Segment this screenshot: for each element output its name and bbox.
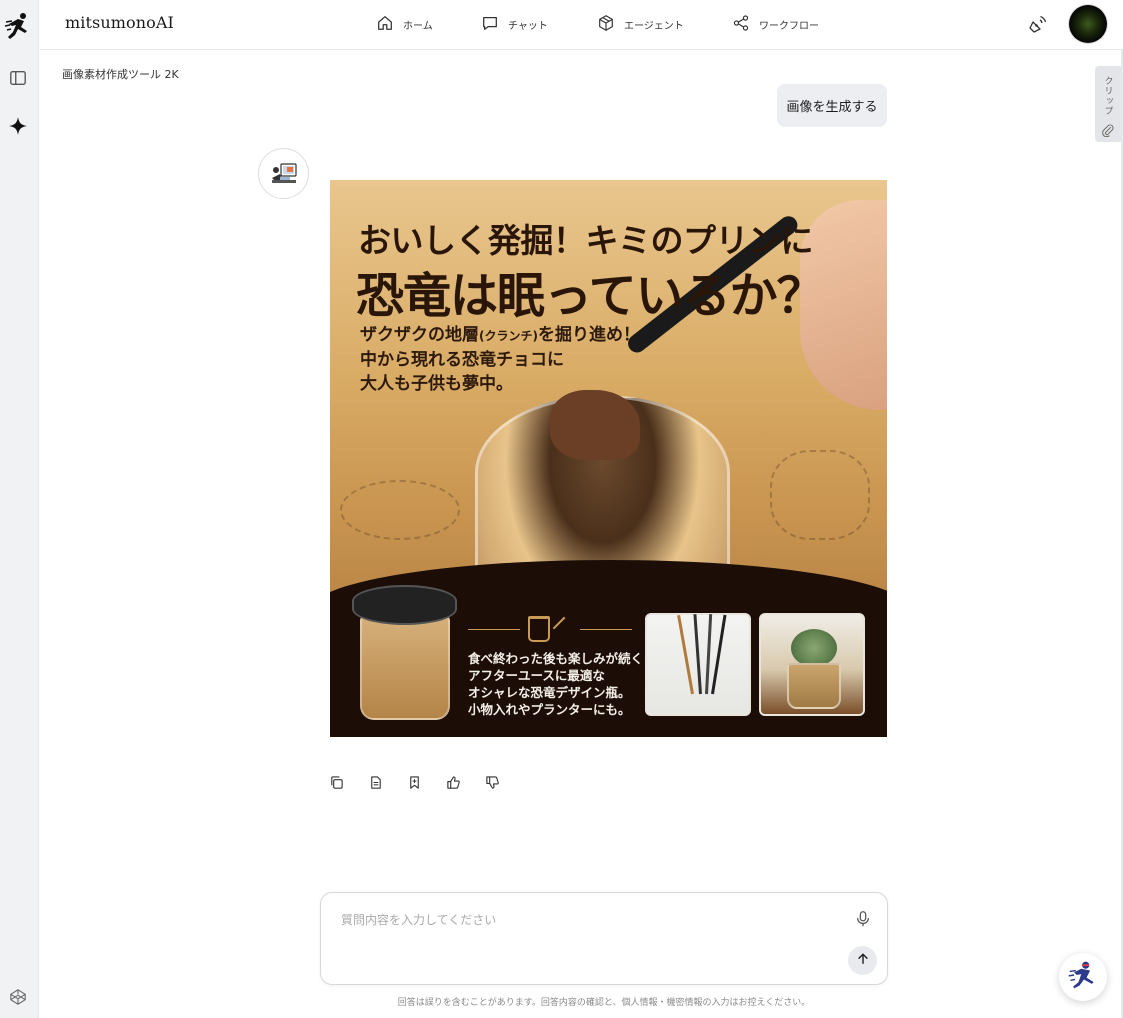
image-sub-line2: 中から現れる恐竜チョコに xyxy=(360,350,564,370)
brand-name[interactable]: mitsumonoAI xyxy=(65,13,174,32)
image-sub-line1-small: (クランチ) xyxy=(479,329,538,343)
assistant-avatar xyxy=(258,148,309,199)
thumbs-down-icon[interactable] xyxy=(484,774,500,790)
nav-workflow[interactable]: ワークフロー xyxy=(732,14,819,34)
thumbs-up-icon[interactable] xyxy=(445,774,461,790)
ninja-mascot-icon xyxy=(1067,959,1099,995)
document-icon[interactable] xyxy=(367,774,383,790)
trex-fossil-decoration xyxy=(770,450,870,540)
message-composer xyxy=(320,892,888,985)
send-button[interactable] xyxy=(848,946,877,975)
helper-assistant-button[interactable] xyxy=(1059,953,1107,1001)
image-info-line4: 小物入れやプランターにも。 xyxy=(468,702,631,717)
disclaimer-text: 回答は誤りを含むことがあります。回答内容の確認と、個人情報・機密情報の入力はお控… xyxy=(397,998,811,1008)
image-info-line2: アフターユースに最適な xyxy=(468,668,605,683)
message-actions xyxy=(328,774,500,794)
image-info-text: 食べ終わった後も楽しみが続く： アフターユースに最適な オシャレな恐竜デザイン瓶… xyxy=(468,650,656,718)
app-logo-runner-icon[interactable] xyxy=(4,12,32,42)
stegosaurus-fossil-decoration xyxy=(340,480,460,540)
nav-chat[interactable]: チャット xyxy=(481,14,548,34)
image-info-line1: 食べ終わった後も楽しみが続く： xyxy=(468,651,656,666)
divider-line-right xyxy=(580,629,632,630)
sidebar-toggle-icon[interactable] xyxy=(7,67,29,89)
copy-icon[interactable] xyxy=(328,774,344,790)
top-header: mitsumonoAI ホーム チャット エージェント ワークフロー xyxy=(40,0,1123,50)
user-message-bubble: 画像を生成する xyxy=(777,84,887,127)
pencil-holder-thumbnail xyxy=(645,613,751,716)
user-avatar[interactable] xyxy=(1069,5,1107,43)
nav-home-label: ホーム xyxy=(403,20,433,32)
image-headline-line2: 恐竜は眠っているか？ xyxy=(356,268,825,324)
nav-workflow-label: ワークフロー xyxy=(759,20,819,32)
image-info-line3: オシャレな恐竜デザイン瓶。 xyxy=(468,685,631,700)
chocolate-dinosaur-illustration xyxy=(550,390,640,460)
question-input[interactable] xyxy=(341,911,841,941)
paperclip-icon xyxy=(1101,122,1115,141)
image-sub-line3: 大人も子供も夢中。 xyxy=(360,374,513,394)
bookmark-add-icon[interactable] xyxy=(406,774,422,790)
image-sub-line1a: ザクザクの地層 xyxy=(360,325,479,345)
nav-agent-label: エージェント xyxy=(624,20,684,32)
arrow-up-icon xyxy=(855,951,871,971)
generated-image[interactable]: おいしく発掘！キミのプリンに 恐竜は眠っているか？ ザクザクの地層(クランチ)を… xyxy=(330,180,887,737)
planter-thumbnail xyxy=(759,613,865,716)
nav-chat-label: チャット xyxy=(508,20,548,32)
clip-label: クリップ xyxy=(1102,76,1113,116)
codepen-cube-icon[interactable] xyxy=(7,986,29,1008)
nav-home[interactable]: ホーム xyxy=(376,14,433,34)
broadcast-satellite-icon[interactable] xyxy=(1027,13,1049,35)
home-icon xyxy=(376,14,394,35)
nav-agent[interactable]: エージェント xyxy=(597,14,684,34)
clip-panel-tab[interactable]: クリップ xyxy=(1095,66,1121,142)
workflow-share-icon xyxy=(732,14,750,35)
left-rail xyxy=(0,0,39,1018)
agent-cube-icon xyxy=(597,14,615,35)
chat-icon xyxy=(481,14,499,35)
image-headline-line1: おいしく発掘！キミのプリンに xyxy=(358,221,814,260)
image-sub-line1b: を掘り進め！ xyxy=(537,325,640,345)
page-title: 画像素材作成ツール 2K xyxy=(62,68,179,81)
image-subcopy: ザクザクの地層(クランチ)を掘り進め！ 中から現れる恐竜チョコに 大人も子供も夢… xyxy=(360,323,640,396)
microphone-icon[interactable] xyxy=(853,909,873,929)
sparkle-new-chat-icon[interactable] xyxy=(7,115,29,137)
product-jar-illustration xyxy=(352,585,457,720)
cup-icon xyxy=(528,616,550,642)
divider-line-left xyxy=(468,629,520,630)
